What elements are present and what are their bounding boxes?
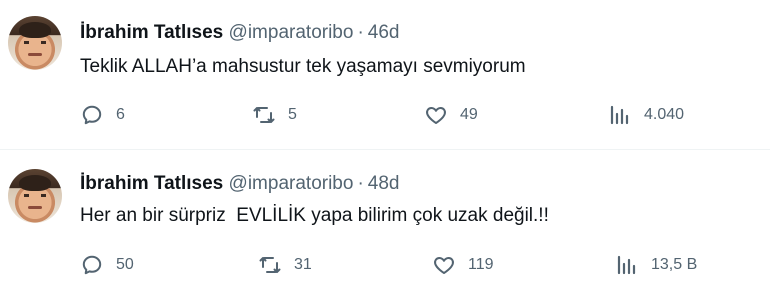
tweet-timestamp[interactable]: 46d [368, 22, 400, 43]
avatar-mouth [28, 53, 42, 56]
avatar-mouth [28, 206, 42, 209]
like-count: 49 [460, 106, 478, 123]
reply-button[interactable]: 6 [80, 103, 125, 127]
author-handle[interactable]: @imparatoribo [229, 173, 354, 194]
retweet-button[interactable]: 5 [252, 103, 297, 127]
reply-count: 6 [116, 106, 125, 123]
view-count: 4.040 [644, 106, 685, 123]
like-count: 119 [468, 256, 494, 273]
tweet-text: Teklik ALLAH’a mahsustur tek yaşamayı se… [80, 56, 526, 77]
tweet-timestamp[interactable]: 48d [368, 173, 400, 194]
tweet-text: Her an bir sürpriz EVLİLİK yapa bilirim … [80, 205, 549, 226]
tweet[interactable]: İbrahim Tatlıses @imparatoribo · 46d Tekli… [0, 0, 770, 150]
avatar-hair [19, 175, 51, 191]
heart-icon [434, 257, 454, 274]
views-button[interactable]: 4.040 [608, 103, 684, 127]
retweet-button[interactable]: 31 [258, 253, 312, 277]
author-name[interactable]: İbrahim Tatlıses [80, 22, 223, 43]
like-button[interactable]: 49 [424, 103, 478, 127]
retweet-icon [253, 107, 275, 123]
reply-button[interactable]: 50 [80, 253, 134, 277]
tweet-header: İbrahim Tatlıses @imparatoribo · 48d [80, 172, 399, 196]
author-name[interactable]: İbrahim Tatlıses [80, 173, 223, 194]
view-count: 13,5 B [651, 256, 698, 273]
reply-icon [82, 105, 102, 125]
separator-dot: · [357, 22, 364, 43]
tweet-header: İbrahim Tatlıses @imparatoribo · 46d [80, 21, 399, 45]
reply-icon [82, 255, 102, 275]
avatar-eyes [24, 194, 46, 197]
author-handle[interactable]: @imparatoribo [229, 22, 354, 43]
views-icon [617, 255, 636, 275]
retweet-count: 5 [288, 106, 297, 123]
avatar[interactable] [8, 169, 62, 223]
like-button[interactable]: 119 [432, 253, 494, 277]
heart-icon [426, 107, 446, 124]
tweet[interactable]: İbrahim Tatlıses @imparatoribo · 48d Her a… [0, 150, 770, 292]
avatar[interactable] [8, 16, 62, 70]
retweet-count: 31 [294, 256, 312, 273]
views-button[interactable]: 13,5 B [615, 253, 697, 277]
avatar-eyes [24, 41, 46, 44]
retweet-icon [259, 257, 281, 273]
reply-count: 50 [116, 256, 134, 273]
views-icon [610, 105, 629, 125]
avatar-hair [19, 22, 51, 38]
separator-dot: · [357, 173, 364, 194]
